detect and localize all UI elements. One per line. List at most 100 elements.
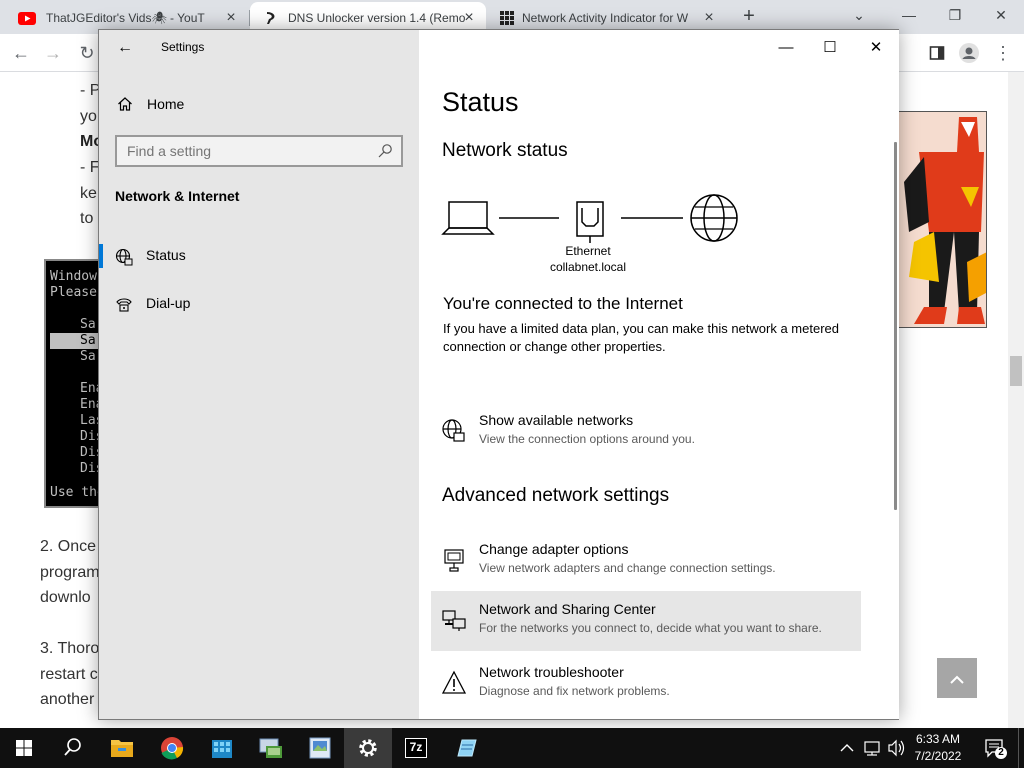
back-arrow-icon[interactable]: ←: [8, 41, 34, 65]
connected-heading: You're connected to the Internet: [443, 294, 683, 313]
window-title: Settings: [161, 40, 205, 54]
connected-description: If you have a limited data plan, you can…: [443, 321, 839, 354]
profile-avatar-icon[interactable]: [956, 41, 982, 65]
7zip-label: 7z: [409, 740, 423, 754]
show-available-networks-link[interactable]: Show available networks View the connect…: [431, 402, 861, 462]
browser-minimize-icon[interactable]: —: [886, 2, 932, 28]
link-title: Show available networks: [479, 412, 634, 428]
ethernet-icon: [576, 201, 604, 243]
minimize-icon[interactable]: —: [763, 36, 809, 60]
section-label: Network & Internet: [115, 188, 240, 204]
mascot-image: [898, 111, 987, 328]
scroll-to-top-button[interactable]: [937, 658, 977, 698]
page-text: 2. Once: [40, 538, 97, 555]
nav-item-status[interactable]: Status: [99, 236, 419, 276]
link-subtitle: View the connection options around you.: [479, 432, 695, 446]
link-subtitle: View network adapters and change connect…: [479, 561, 776, 575]
show-desktop-button[interactable]: [1018, 728, 1024, 768]
tab-search-icon[interactable]: ⌄: [836, 2, 882, 28]
taskbar-image-app[interactable]: [296, 728, 344, 768]
page-text: another: [40, 691, 95, 708]
start-button[interactable]: [0, 728, 48, 768]
taskbar-network-app[interactable]: [246, 728, 294, 768]
taskbar-file-explorer[interactable]: [98, 728, 146, 768]
page-title: Status: [442, 87, 519, 117]
taskbar-app-blocks[interactable]: [198, 728, 246, 768]
browser-menu-icon[interactable]: ⋮: [990, 41, 1016, 65]
terminal-line: Please: [50, 285, 97, 300]
settings-sidebar: ← Settings Home Network & Internet Statu…: [99, 30, 419, 719]
terminal-screenshot: Windows Please Sa Sa Sa Ena Ena Las Dis …: [44, 259, 104, 508]
globe-icon: [115, 248, 133, 266]
settings-search-box[interactable]: [115, 135, 403, 167]
link-subtitle: Diagnose and fix network problems.: [479, 684, 670, 698]
dialup-icon: [116, 298, 132, 312]
taskbar-chrome[interactable]: [148, 728, 196, 768]
side-panel-icon[interactable]: [924, 41, 950, 65]
volume-tray-icon[interactable]: [884, 728, 908, 768]
taskbar-7zip[interactable]: 7z: [392, 728, 440, 768]
laptop-icon: [441, 201, 495, 235]
close-tab-icon[interactable]: ×: [700, 9, 718, 27]
advanced-heading: Advanced network settings: [442, 485, 670, 506]
link-title: Network and Sharing Center: [479, 601, 656, 617]
image-app-icon: [309, 737, 331, 759]
network-troubleshooter-link[interactable]: Network troubleshooter Diagnose and fix …: [431, 654, 861, 714]
clock-time[interactable]: 6:33 AM: [906, 732, 970, 746]
start-icon: [16, 740, 32, 756]
page-scrollbar-thumb[interactable]: [1010, 356, 1022, 386]
nav-label: Status: [146, 247, 186, 263]
browser-restore-icon[interactable]: ❐: [932, 2, 978, 28]
network-sharing-center-link[interactable]: Network and Sharing Center For the netwo…: [431, 591, 861, 651]
network-app-icon: [259, 738, 282, 758]
taskbar-notepad[interactable]: [442, 728, 490, 768]
reload-icon[interactable]: ↻: [74, 41, 100, 65]
forward-arrow-icon[interactable]: →: [40, 41, 66, 65]
page-scrollbar[interactable]: [1008, 72, 1024, 728]
page-text: - F: [80, 159, 100, 176]
content-scrollbar[interactable]: [894, 142, 897, 510]
link-title: Change adapter options: [479, 541, 629, 557]
warning-icon: [441, 670, 467, 694]
youtube-icon: [18, 12, 36, 25]
tray-chevron-icon[interactable]: [836, 728, 858, 768]
page-text: to: [80, 210, 94, 227]
action-center-icon[interactable]: 2: [978, 728, 1010, 768]
page-text: program: [40, 564, 100, 581]
close-tab-icon[interactable]: ×: [460, 9, 478, 27]
close-icon[interactable]: ✕: [853, 36, 899, 60]
network-status-heading: Network status: [442, 140, 568, 161]
internet-globe-icon: [690, 194, 738, 242]
tab-title: DNS Unlocker version 1.4 (Remo: [288, 11, 466, 25]
file-explorer-icon: [111, 740, 133, 757]
new-tab-button[interactable]: +: [737, 4, 761, 28]
home-icon: [118, 97, 132, 111]
adapter-name: Ethernet: [565, 244, 611, 258]
terminal-line: Sa: [80, 333, 96, 348]
clock-date[interactable]: 7/2/2022: [906, 749, 970, 763]
chrome-icon: [161, 737, 184, 760]
notepad-icon: [457, 739, 477, 757]
maximize-icon[interactable]: ☐: [807, 36, 853, 60]
taskbar-search-button[interactable]: [48, 728, 96, 768]
search-icon: [64, 738, 81, 756]
home-nav-item[interactable]: Home: [117, 92, 184, 116]
page-text: 3. Thoro: [40, 640, 100, 657]
network-tray-icon[interactable]: [860, 728, 884, 768]
globe-network-icon: [442, 419, 465, 442]
terminal-highlight: [50, 333, 102, 349]
nav-item-dial-up[interactable]: Dial-up: [99, 284, 419, 324]
page-text: yo: [80, 108, 97, 125]
browser-close-icon[interactable]: ✕: [978, 2, 1024, 28]
app-icon-blocks: [212, 740, 232, 758]
site-logo-icon: [267, 12, 275, 24]
tab-title: Network Activity Indicator for W: [522, 11, 689, 25]
change-adapter-options-link[interactable]: Change adapter options View network adap…: [431, 531, 861, 591]
close-tab-icon[interactable]: ×: [222, 9, 240, 27]
taskbar-settings[interactable]: [344, 728, 392, 768]
page-text: ke: [80, 185, 97, 202]
search-input[interactable]: [117, 137, 367, 165]
taskbar: 7z 6:33 AM 7/2/2022 2: [0, 728, 1024, 768]
nav-label: Dial-up: [146, 295, 191, 311]
back-arrow-icon[interactable]: ←: [115, 38, 135, 58]
